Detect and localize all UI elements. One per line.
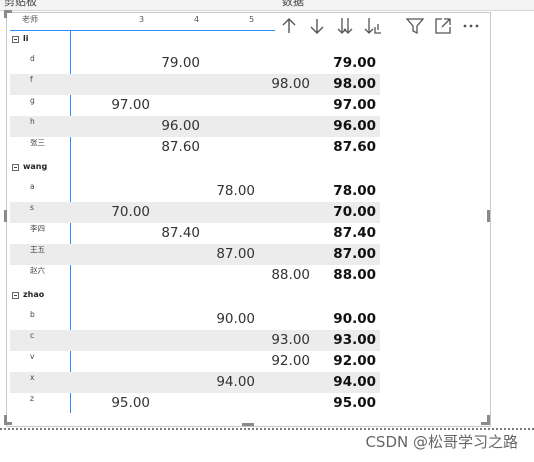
table-row: 赵六 88.00 88.00 (10, 265, 380, 286)
table-row: s 70.00 70.00 (10, 202, 380, 223)
cell-col-3: 95.00 (111, 395, 150, 411)
watermark-text: CSDN @松哥学习之路 (365, 433, 518, 451)
group-label: wang (23, 162, 48, 171)
row-label: 王五 (30, 245, 45, 254)
cell-col-5: 78.00 (216, 183, 255, 199)
cell-total: 88.00 (333, 267, 376, 283)
row-label: 张三 (30, 138, 45, 147)
cell-total: 96.00 (333, 118, 376, 134)
cell-col-6: 98.00 (271, 76, 310, 92)
row-label: s (30, 203, 34, 212)
row-label: v (30, 352, 35, 361)
table-row: b 90.00 90.00 (10, 309, 380, 330)
cell-total: 87.00 (333, 246, 376, 262)
focus-mode-icon[interactable] (432, 15, 454, 37)
resize-handle-top-left-v[interactable] (4, 10, 7, 18)
cell-col-4: 87.40 (161, 225, 200, 241)
group-row-wang[interactable]: wang (10, 160, 380, 180)
row-label: d (30, 54, 35, 63)
column-header-5[interactable]: 5 (249, 15, 254, 25)
table-row: c 93.00 93.00 (10, 330, 380, 351)
cell-col-5: 87.00 (216, 246, 255, 262)
group-row-li[interactable]: li (10, 32, 380, 52)
cell-total: 79.00 (333, 55, 376, 71)
cell-col-5: 94.00 (216, 374, 255, 390)
cell-col-4: 79.00 (161, 55, 200, 71)
row-label: h (30, 117, 35, 126)
row-label: 李四 (30, 224, 45, 233)
cell-total: 70.00 (333, 204, 376, 220)
table-row: a 78.00 78.00 (10, 181, 380, 202)
header-divider (10, 30, 275, 31)
row-header-teacher[interactable]: 老师 (22, 15, 38, 25)
row-label: a (30, 182, 35, 191)
ribbon-strip: 剪贴板 数据 (0, 0, 534, 11)
cell-total: 92.00 (333, 353, 376, 369)
table-row: v 92.00 92.00 (10, 351, 380, 372)
table-row: 张三 87.60 87.60 (10, 137, 380, 158)
row-label: g (30, 96, 35, 105)
table-row: f 98.00 98.00 (10, 74, 380, 95)
row-label: z (30, 394, 34, 403)
cell-col-6: 88.00 (271, 267, 310, 283)
more-options-icon[interactable] (460, 15, 482, 37)
table-row: 王五 87.00 87.00 (10, 244, 380, 265)
table-row: h 96.00 96.00 (10, 116, 380, 137)
table-row: 李四 87.40 87.40 (10, 223, 380, 244)
cell-col-6: 93.00 (271, 332, 310, 348)
cell-total: 94.00 (333, 374, 376, 390)
row-label: f (30, 75, 33, 84)
cell-col-3: 70.00 (111, 204, 150, 220)
table-row: g 97.00 97.00 (10, 95, 380, 116)
resize-handle-bottom-left-v[interactable] (4, 415, 7, 425)
resize-handle-left[interactable] (4, 210, 7, 222)
column-header-3[interactable]: 3 (139, 15, 144, 25)
resize-handle-bottom-right-v[interactable] (487, 415, 490, 425)
group-row-zhao[interactable]: zhao (10, 288, 380, 308)
cell-col-4: 96.00 (161, 118, 200, 134)
cell-col-6: 92.00 (271, 353, 310, 369)
group-label: li (23, 34, 29, 43)
collapse-toggle-icon[interactable] (12, 164, 19, 171)
group-label: zhao (23, 290, 45, 299)
cell-total: 98.00 (333, 76, 376, 92)
cell-total: 87.60 (333, 139, 376, 155)
resize-handle-bottom[interactable] (242, 423, 254, 426)
cell-total: 87.40 (333, 225, 376, 241)
collapse-toggle-icon[interactable] (12, 36, 19, 43)
cell-col-3: 97.00 (111, 97, 150, 113)
cell-col-5: 90.00 (216, 311, 255, 327)
cell-col-4: 87.60 (161, 139, 200, 155)
table-row: z 95.00 95.00 (10, 393, 380, 414)
table-row: x 94.00 94.00 (10, 372, 380, 393)
cell-total: 93.00 (333, 332, 376, 348)
cell-total: 78.00 (333, 183, 376, 199)
collapse-toggle-icon[interactable] (12, 292, 19, 299)
row-label: b (30, 310, 35, 319)
column-header-4[interactable]: 4 (194, 15, 199, 25)
ribbon-data-label: 数据 (282, 0, 304, 8)
ribbon-clipboard-label: 剪贴板 (4, 0, 37, 8)
row-label: 赵六 (30, 266, 45, 275)
cell-total: 95.00 (333, 395, 376, 411)
filter-icon[interactable] (404, 15, 426, 37)
row-label: x (30, 373, 35, 382)
table-row: d 79.00 79.00 (10, 53, 380, 74)
cell-total: 97.00 (333, 97, 376, 113)
resize-handle-right[interactable] (487, 210, 490, 222)
row-label: c (30, 331, 35, 340)
dotted-separator (0, 428, 534, 430)
cell-total: 90.00 (333, 311, 376, 327)
